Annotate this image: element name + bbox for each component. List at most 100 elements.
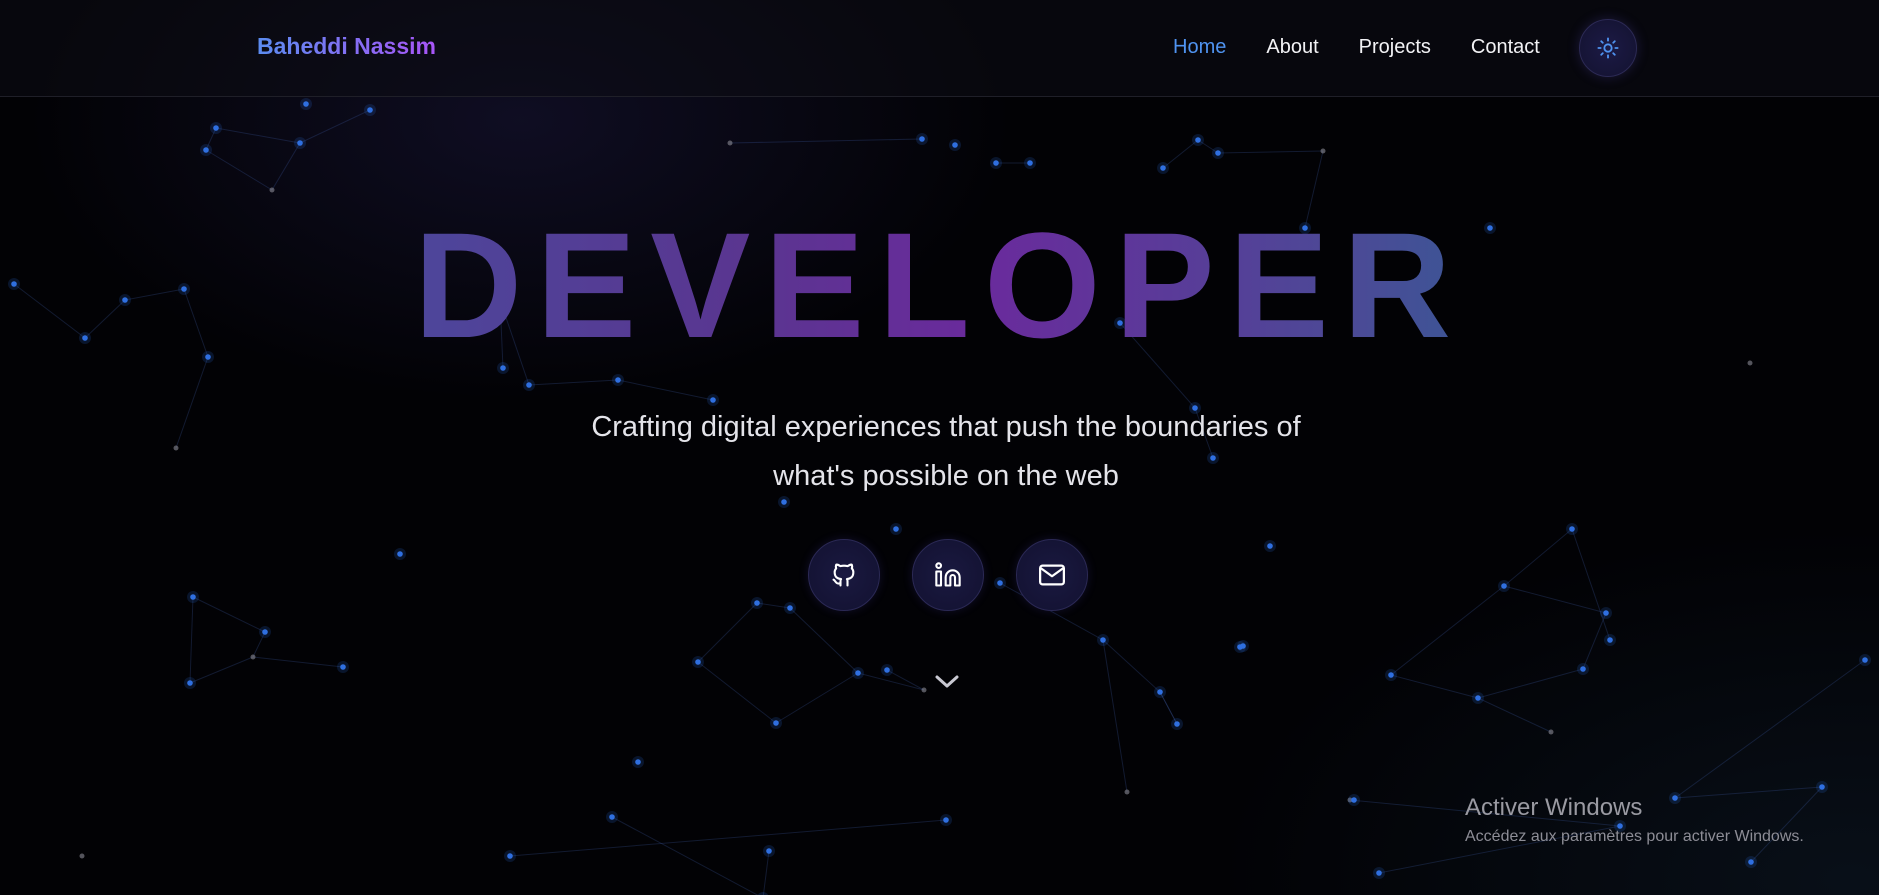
network-node — [943, 817, 949, 823]
network-node — [1160, 165, 1166, 171]
network-link — [1503, 585, 1607, 614]
linkedin-icon — [935, 562, 961, 587]
network-node — [635, 759, 641, 765]
network-node — [710, 397, 716, 403]
network-node — [1475, 695, 1481, 701]
network-node — [1819, 784, 1825, 790]
network-node — [1388, 672, 1394, 678]
network-link — [611, 816, 759, 895]
network-link — [1477, 697, 1552, 733]
network-node — [187, 680, 193, 686]
network-link — [205, 149, 273, 191]
network-node — [754, 600, 760, 606]
network-link — [617, 379, 714, 401]
network-link — [192, 596, 266, 633]
network-node — [1174, 721, 1180, 727]
network-node — [507, 853, 513, 859]
network-node — [1157, 689, 1163, 695]
network-node — [1748, 859, 1754, 865]
hero-subtitle: Crafting digital experiences that push t… — [540, 403, 1352, 501]
github-icon — [832, 563, 855, 587]
network-node — [773, 720, 779, 726]
network-node — [213, 125, 219, 131]
scroll-down-button[interactable] — [930, 668, 964, 696]
nav-link-projects[interactable]: Projects — [1359, 36, 1431, 59]
network-link — [1102, 639, 1128, 793]
network-node — [952, 142, 958, 148]
network-node — [1580, 666, 1586, 672]
network-node — [919, 136, 925, 142]
network-link — [215, 127, 301, 144]
network-node — [262, 629, 268, 635]
network-link — [1102, 639, 1161, 693]
network-node — [1195, 137, 1201, 143]
watermark-title: Activer Windows — [1465, 794, 1643, 821]
network-node-glow — [1548, 729, 1554, 735]
network-node — [1607, 637, 1613, 643]
nav-link-contact[interactable]: Contact — [1471, 36, 1540, 59]
network-node — [1237, 644, 1243, 650]
mail-icon — [1039, 564, 1065, 586]
network-node — [615, 377, 621, 383]
network-node — [695, 659, 701, 665]
network-node-glow — [173, 445, 179, 451]
sun-icon — [1597, 37, 1619, 59]
network-link — [1390, 674, 1479, 699]
network-link — [509, 819, 947, 857]
network-link — [697, 602, 758, 663]
network-link — [175, 356, 209, 449]
email-button[interactable] — [1016, 539, 1088, 611]
network-node — [1267, 543, 1273, 549]
nav-link-home[interactable]: Home — [1173, 36, 1226, 59]
watermark-subtitle: Accédez aux paramètres pour activer Wind… — [1465, 828, 1804, 845]
network-link — [1162, 139, 1199, 169]
network-node — [190, 594, 196, 600]
network-node — [367, 107, 373, 113]
social-links — [808, 539, 1120, 611]
network-node-glow — [250, 654, 256, 660]
network-link — [1503, 528, 1573, 587]
network-link — [189, 656, 254, 684]
network-node-glow — [1747, 360, 1753, 366]
network-link — [1390, 585, 1505, 676]
network-node — [893, 526, 899, 532]
network-link — [789, 607, 859, 674]
network-node — [297, 140, 303, 146]
network-link — [775, 672, 859, 724]
network-node — [884, 667, 890, 673]
network-node — [1501, 583, 1507, 589]
github-button[interactable] — [808, 539, 880, 611]
network-node — [397, 551, 403, 557]
network-link — [857, 672, 925, 691]
network-link — [299, 109, 371, 144]
network-node-glow — [1320, 148, 1326, 154]
network-node-glow — [1124, 789, 1130, 795]
network-node — [203, 147, 209, 153]
linkedin-button[interactable] — [912, 539, 984, 611]
network-link — [697, 661, 777, 724]
nav-link-about[interactable]: About — [1266, 36, 1318, 59]
network-node-glow — [269, 187, 275, 193]
network-node — [340, 664, 346, 670]
network-node — [609, 814, 615, 820]
network-node — [1100, 637, 1106, 643]
network-link — [1477, 668, 1584, 699]
network-node — [766, 848, 772, 854]
network-node — [1603, 610, 1609, 616]
theme-toggle-button[interactable] — [1579, 19, 1637, 77]
network-node — [303, 101, 309, 107]
network-node — [1027, 160, 1033, 166]
network-link — [189, 596, 194, 684]
network-node — [1351, 797, 1357, 803]
nav-links: Home About Projects Contact — [1173, 36, 1580, 59]
network-node — [855, 670, 861, 676]
network-node — [1215, 150, 1221, 156]
network-node-glow — [921, 687, 927, 693]
network-node — [1569, 526, 1575, 532]
network-link — [1582, 612, 1607, 670]
brand-logo[interactable]: Baheddi Nassim — [257, 33, 436, 60]
network-node — [787, 605, 793, 611]
network-link — [1571, 528, 1611, 641]
network-link — [886, 669, 925, 691]
network-node-glow — [79, 853, 85, 859]
